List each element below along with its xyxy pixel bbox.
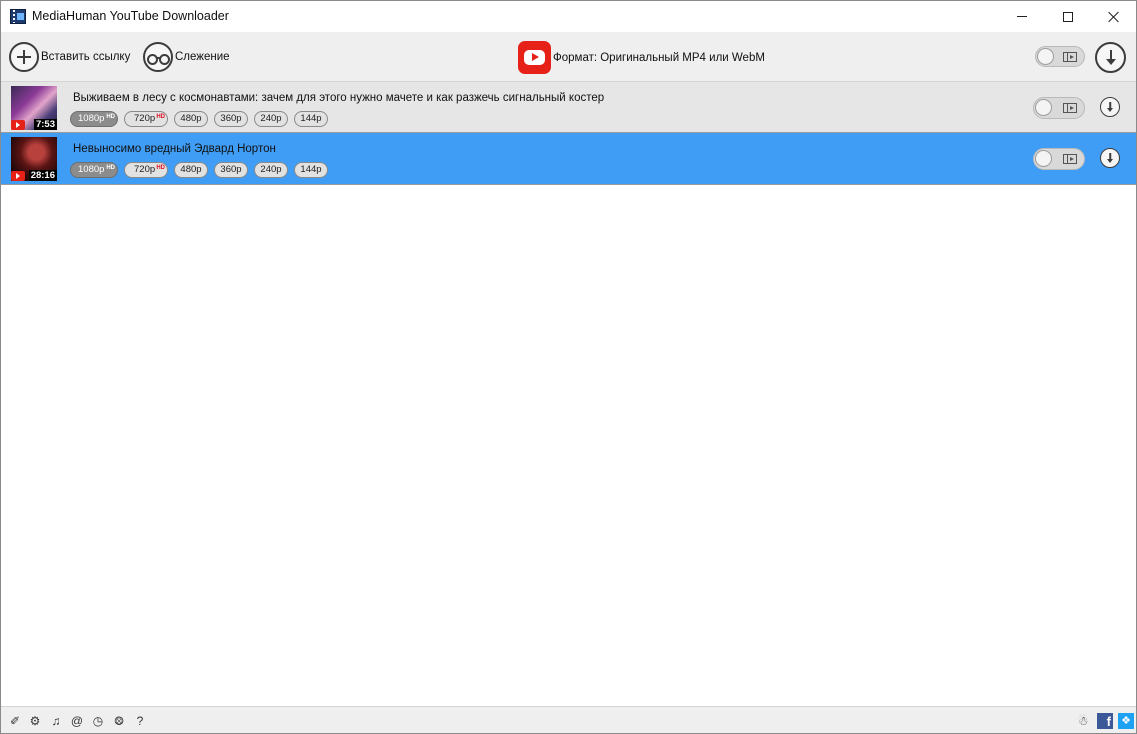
quality-chip[interactable]: 720p HD [124,162,168,178]
film-icon [1063,154,1077,164]
binoculars-icon [143,42,173,72]
broom-icon[interactable]: ✐ [8,714,22,728]
quality-chip[interactable]: 144p [294,111,328,127]
incognito-icon[interactable]: ☃ [1076,714,1090,728]
youtube-icon [11,171,25,181]
snail-icon[interactable]: @ [70,714,84,728]
close-button[interactable] [1091,1,1137,32]
clock-icon[interactable]: ◷ [91,714,105,728]
quality-options: 1080p HD 720p HD 480p 360p 240p 144p [70,111,334,127]
list-item[interactable]: 7:53 Выживаем в лесу с космонавтами: зач… [1,82,1136,133]
video-thumbnail: 7:53 [11,86,57,130]
music-note-icon[interactable]: ♫ [49,714,63,728]
quality-chip[interactable]: 240p [254,111,288,127]
item-video-toggle[interactable] [1033,148,1085,170]
paste-link-label: Вставить ссылку [41,51,131,63]
toolbar: Вставить ссылку Слежение Формат: Оригина… [1,32,1136,82]
quality-chip[interactable]: 240p [254,162,288,178]
quality-chip[interactable]: 144p [294,162,328,178]
quality-chip[interactable]: 360p [214,111,248,127]
quality-options: 1080p HD 720p HD 480p 360p 240p 144p [70,162,334,178]
quality-chip[interactable]: 360p [214,162,248,178]
quality-chip[interactable]: 1080p HD [70,162,118,178]
help-icon[interactable]: ? [133,714,147,728]
list-item[interactable]: 28:16 Невыносимо вредный Эдвард Нортон 1… [1,133,1136,185]
video-duration: 7:53 [33,119,57,130]
quality-chip[interactable]: 1080p HD [70,111,118,127]
toggle-knob [1035,150,1052,167]
app-film-icon [10,9,26,24]
app-window: MediaHuman YouTube Downloader Вставить с… [0,0,1137,734]
download-list: 7:53 Выживаем в лесу с космонавтами: зач… [1,82,1136,185]
video-thumbnail: 28:16 [11,137,57,181]
window-title: MediaHuman YouTube Downloader [32,9,229,23]
toggle-knob [1035,99,1052,116]
format-label: Формат: Оригинальный MP4 или WebM [553,51,765,64]
minimize-icon [1017,16,1027,17]
film-icon [1063,52,1077,62]
video-title: Выживаем в лесу с космонавтами: зачем дл… [73,92,605,104]
minimize-button[interactable] [999,1,1045,32]
binoculars-icon[interactable]: ⨷ [112,714,126,728]
video-title: Невыносимо вредный Эдвард Нортон [73,143,276,155]
quality-chip[interactable]: 480p [174,111,208,127]
twitter-icon[interactable]: ❖ [1118,713,1134,729]
video-mode-toggle[interactable] [1035,46,1085,67]
plus-icon [9,42,39,72]
toggle-knob [1037,48,1054,65]
facebook-icon[interactable]: f [1097,713,1113,729]
quality-chip[interactable]: 720p HD [124,111,168,127]
format-selector[interactable]: Формат: Оригинальный MP4 или WebM [518,41,765,74]
paste-link-button[interactable]: Вставить ссылку [9,41,130,73]
tracking-button[interactable]: Слежение [143,41,230,73]
maximize-icon [1063,11,1073,22]
item-download-button[interactable] [1100,97,1120,117]
gear-icon[interactable]: ⚙ [28,714,42,728]
item-video-toggle[interactable] [1033,97,1085,119]
youtube-logo-icon [518,41,551,74]
status-bar: ✐ ⚙ ♫ @ ◷ ⨷ ? ☃ f ❖ [1,706,1136,733]
item-download-button[interactable] [1100,148,1120,168]
quality-chip[interactable]: 480p [174,162,208,178]
tracking-label: Слежение [175,51,230,63]
close-icon [1108,11,1120,23]
video-duration: 28:16 [28,170,57,181]
title-bar: MediaHuman YouTube Downloader [1,1,1136,32]
film-icon [1063,103,1077,113]
maximize-button[interactable] [1045,1,1091,32]
download-all-button[interactable] [1095,42,1126,73]
youtube-icon [11,120,25,130]
